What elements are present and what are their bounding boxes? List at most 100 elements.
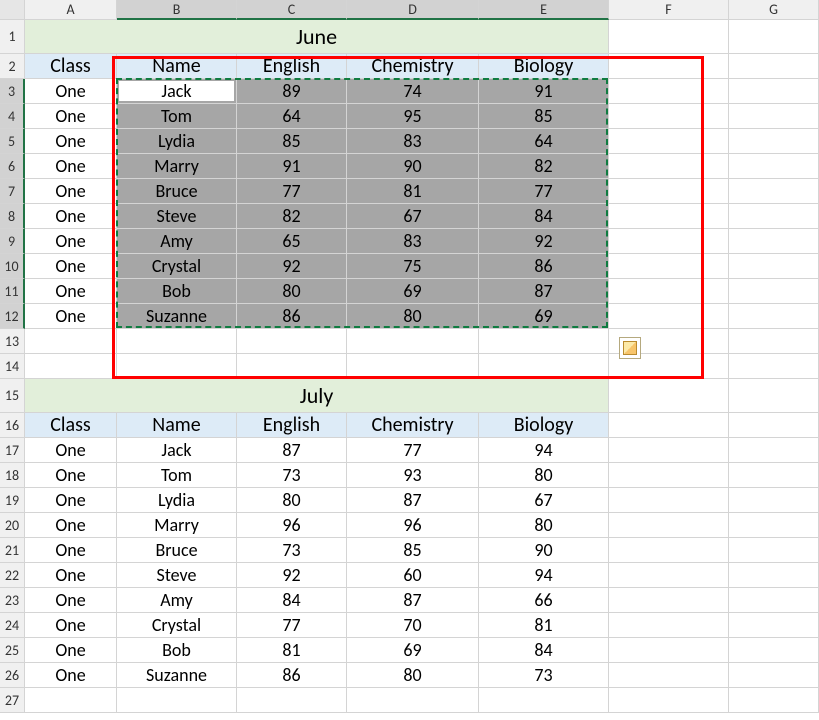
cell-F4[interactable]: [609, 104, 729, 129]
cell-B14[interactable]: [117, 354, 237, 379]
cell-G6[interactable]: [729, 154, 819, 179]
cell-G23[interactable]: [729, 588, 819, 613]
row-header-12[interactable]: 12: [0, 304, 25, 329]
row-header-16[interactable]: 16: [0, 413, 25, 438]
cell-D26[interactable]: 80: [347, 663, 479, 688]
cell-E16[interactable]: Biology: [479, 413, 609, 438]
cell-D24[interactable]: 70: [347, 613, 479, 638]
cell-A10[interactable]: One: [25, 254, 117, 279]
cell-G2[interactable]: [729, 54, 819, 79]
cell-A12[interactable]: One: [25, 304, 117, 329]
cell-A2[interactable]: Class: [25, 54, 117, 79]
row-header-4[interactable]: 4: [0, 104, 25, 129]
cell-E6[interactable]: 82: [479, 154, 609, 179]
cell-G1[interactable]: [729, 20, 819, 54]
cell-D13[interactable]: [347, 329, 479, 354]
cell-A5[interactable]: One: [25, 129, 117, 154]
cell-F10[interactable]: [609, 254, 729, 279]
row-header-19[interactable]: 19: [0, 488, 25, 513]
row-header-8[interactable]: 8: [0, 204, 25, 229]
cell-B17[interactable]: Jack: [117, 438, 237, 463]
cell-C5[interactable]: 85: [237, 129, 347, 154]
row-header-9[interactable]: 9: [0, 229, 25, 254]
row-header-7[interactable]: 7: [0, 179, 25, 204]
cell-F11[interactable]: [609, 279, 729, 304]
cell-B19[interactable]: Lydia: [117, 488, 237, 513]
cell-A9[interactable]: One: [25, 229, 117, 254]
cell-D27[interactable]: [347, 688, 479, 713]
cell-D6[interactable]: 90: [347, 154, 479, 179]
cell-A20[interactable]: One: [25, 513, 117, 538]
row-header-5[interactable]: 5: [0, 129, 25, 154]
cell-G25[interactable]: [729, 638, 819, 663]
row-header-6[interactable]: 6: [0, 154, 25, 179]
cell-C4[interactable]: 64: [237, 104, 347, 129]
cell-D17[interactable]: 77: [347, 438, 479, 463]
select-all-corner[interactable]: [0, 0, 25, 20]
cell-G26[interactable]: [729, 663, 819, 688]
row-header-27[interactable]: 27: [0, 688, 25, 713]
cell-G10[interactable]: [729, 254, 819, 279]
cell-E18[interactable]: 80: [479, 463, 609, 488]
cell-G4[interactable]: [729, 104, 819, 129]
cell-E24[interactable]: 81: [479, 613, 609, 638]
cell-A7[interactable]: One: [25, 179, 117, 204]
cell-B21[interactable]: Bruce: [117, 538, 237, 563]
cell-F6[interactable]: [609, 154, 729, 179]
cell-E8[interactable]: 84: [479, 204, 609, 229]
cell-F7[interactable]: [609, 179, 729, 204]
cell-B4[interactable]: Tom: [117, 104, 237, 129]
cell-B10[interactable]: Crystal: [117, 254, 237, 279]
cell-D4[interactable]: 95: [347, 104, 479, 129]
cell-A17[interactable]: One: [25, 438, 117, 463]
cell-E9[interactable]: 92: [479, 229, 609, 254]
cell-C3[interactable]: 89: [237, 79, 347, 104]
cell-C13[interactable]: [237, 329, 347, 354]
cell-G24[interactable]: [729, 613, 819, 638]
cell-A3[interactable]: One: [25, 79, 117, 104]
cell-E27[interactable]: [479, 688, 609, 713]
cell-B16[interactable]: Name: [117, 413, 237, 438]
cell-F8[interactable]: [609, 204, 729, 229]
cell-C25[interactable]: 81: [237, 638, 347, 663]
cell-D23[interactable]: 87: [347, 588, 479, 613]
cell-C17[interactable]: 87: [237, 438, 347, 463]
cell-E10[interactable]: 86: [479, 254, 609, 279]
column-header-C[interactable]: C: [237, 0, 347, 20]
cell-B7[interactable]: Bruce: [117, 179, 237, 204]
cell-G17[interactable]: [729, 438, 819, 463]
cell-D18[interactable]: 93: [347, 463, 479, 488]
cell-C23[interactable]: 84: [237, 588, 347, 613]
row-header-15[interactable]: 15: [0, 379, 25, 413]
cell-G11[interactable]: [729, 279, 819, 304]
cell-G13[interactable]: [729, 329, 819, 354]
cell-D11[interactable]: 69: [347, 279, 479, 304]
cell-B13[interactable]: [117, 329, 237, 354]
cell-G3[interactable]: [729, 79, 819, 104]
cell-F16[interactable]: [609, 413, 729, 438]
cell-E22[interactable]: 94: [479, 563, 609, 588]
cell-A11[interactable]: One: [25, 279, 117, 304]
row-header-1[interactable]: 1: [0, 20, 25, 54]
row-header-14[interactable]: 14: [0, 354, 25, 379]
cell-A22[interactable]: One: [25, 563, 117, 588]
cell-G12[interactable]: [729, 304, 819, 329]
cell-A25[interactable]: One: [25, 638, 117, 663]
cell-E5[interactable]: 64: [479, 129, 609, 154]
row-header-3[interactable]: 3: [0, 79, 25, 104]
row-header-26[interactable]: 26: [0, 663, 25, 688]
cell-F22[interactable]: [609, 563, 729, 588]
cell-B12[interactable]: Suzanne: [117, 304, 237, 329]
cell-D14[interactable]: [347, 354, 479, 379]
cell-D16[interactable]: Chemistry: [347, 413, 479, 438]
cell-B23[interactable]: Amy: [117, 588, 237, 613]
row-header-21[interactable]: 21: [0, 538, 25, 563]
cell-D21[interactable]: 85: [347, 538, 479, 563]
cell-F17[interactable]: [609, 438, 729, 463]
cell-G14[interactable]: [729, 354, 819, 379]
cell-D25[interactable]: 69: [347, 638, 479, 663]
cell-B8[interactable]: Steve: [117, 204, 237, 229]
cell-G16[interactable]: [729, 413, 819, 438]
cell-B25[interactable]: Bob: [117, 638, 237, 663]
column-header-D[interactable]: D: [347, 0, 479, 20]
